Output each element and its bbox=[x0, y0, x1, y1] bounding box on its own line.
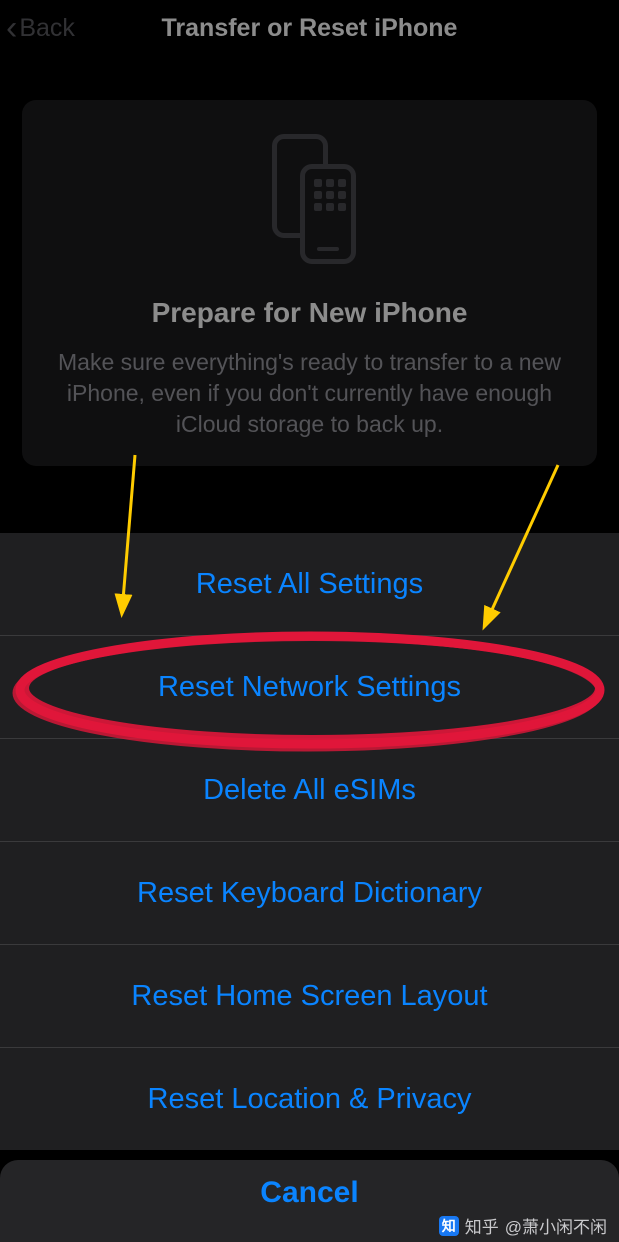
back-label: Back bbox=[19, 14, 75, 43]
sheet-group: Reset All Settings Reset Network Setting… bbox=[0, 533, 619, 1150]
cancel-label: Cancel bbox=[260, 1176, 358, 1209]
watermark-text: @萧小闲不闲 bbox=[505, 1213, 607, 1238]
devices-transfer-icon bbox=[250, 134, 370, 264]
prepare-card: Prepare for New iPhone Make sure everyth… bbox=[22, 100, 597, 466]
page-title: Transfer or Reset iPhone bbox=[162, 14, 458, 43]
chevron-left-icon: ‹ bbox=[6, 11, 17, 45]
prepare-title: Prepare for New iPhone bbox=[44, 297, 575, 329]
action-sheet: Reset All Settings Reset Network Setting… bbox=[0, 533, 619, 1242]
watermark-brand: 知乎 bbox=[465, 1213, 499, 1238]
reset-network-settings-option[interactable]: Reset Network Settings bbox=[0, 636, 619, 738]
reset-all-settings-option[interactable]: Reset All Settings bbox=[0, 533, 619, 635]
back-button[interactable]: ‹ Back bbox=[0, 11, 75, 45]
reset-keyboard-dictionary-option[interactable]: Reset Keyboard Dictionary bbox=[0, 842, 619, 944]
zhihu-logo-icon: 知 bbox=[439, 1216, 459, 1236]
option-label: Reset Keyboard Dictionary bbox=[137, 877, 482, 910]
option-label: Reset Network Settings bbox=[158, 671, 461, 704]
option-label: Reset Home Screen Layout bbox=[131, 980, 487, 1013]
reset-location-privacy-option[interactable]: Reset Location & Privacy bbox=[0, 1048, 619, 1150]
cancel-button[interactable]: Cancel bbox=[260, 1176, 358, 1210]
delete-all-esims-option[interactable]: Delete All eSIMs bbox=[0, 739, 619, 841]
reset-home-screen-layout-option[interactable]: Reset Home Screen Layout bbox=[0, 945, 619, 1047]
prepare-description: Make sure everything's ready to transfer… bbox=[44, 347, 575, 440]
watermark: 知 知乎 @萧小闲不闲 bbox=[439, 1213, 607, 1238]
option-label: Reset All Settings bbox=[196, 568, 423, 601]
nav-header: ‹ Back Transfer or Reset iPhone bbox=[0, 0, 619, 52]
option-label: Delete All eSIMs bbox=[203, 774, 416, 807]
option-label: Reset Location & Privacy bbox=[148, 1083, 472, 1116]
